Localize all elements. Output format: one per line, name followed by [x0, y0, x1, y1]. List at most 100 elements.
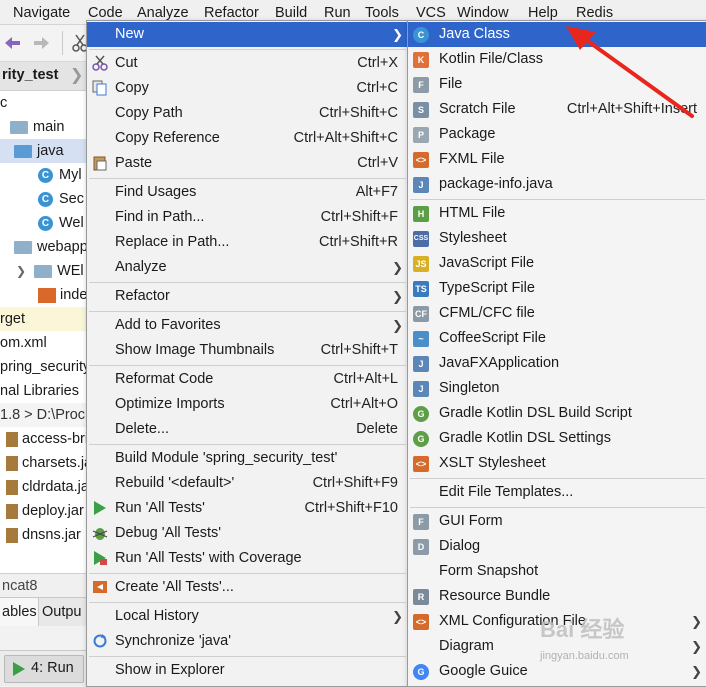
tree-item-label: 1.8 > D:\Proc — [0, 407, 86, 423]
new-item-fxml-file[interactable]: <> FXML File — [408, 147, 706, 172]
jar-icon — [6, 527, 18, 543]
menu-item-paste[interactable]: Paste Ctrl+V — [87, 151, 408, 176]
tree-item[interactable]: java — [0, 139, 90, 163]
menu-navigate[interactable]: Navigate — [13, 5, 70, 21]
tree-item[interactable]: dnsns.jar — [6, 523, 90, 547]
menu-item-add-to-favorites[interactable]: Add to Favorites ❯ — [87, 313, 408, 338]
chevron-right-icon[interactable]: ❯ — [16, 264, 26, 278]
new-item-gradle-kotlin-dsl-build-script[interactable]: G Gradle Kotlin DSL Build Script — [408, 401, 706, 426]
jsp-file-icon — [38, 287, 56, 303]
tree-item[interactable]: main — [10, 115, 90, 139]
new-item-gui-form[interactable]: F GUI Form — [408, 509, 706, 534]
menu-code[interactable]: Code — [88, 5, 123, 21]
new-item-package[interactable]: P Package — [408, 122, 706, 147]
menu-item-replace-in-path[interactable]: Replace in Path... Ctrl+Shift+R — [87, 230, 408, 255]
new-item-resource-bundle[interactable]: R Resource Bundle — [408, 584, 706, 609]
menu-item-analyze[interactable]: Analyze ❯ — [87, 255, 408, 280]
menu-item-new[interactable]: New ❯ — [87, 22, 408, 47]
menu-item-copy-reference[interactable]: Copy Reference Ctrl+Alt+Shift+C — [87, 126, 408, 151]
menu-item-copy[interactable]: Copy Ctrl+C — [87, 76, 408, 101]
tree-item-label: main — [33, 119, 65, 135]
menu-item-run-all-tests-with-coverage[interactable]: Run 'All Tests' with Coverage — [87, 546, 408, 571]
tab-output[interactable]: Outpu — [42, 598, 82, 626]
tree-item[interactable]: ❯ WEl — [16, 259, 90, 283]
tree-item[interactable]: cldrdata.jar — [6, 475, 90, 499]
shortcut-label: Ctrl+Alt+O — [330, 396, 398, 412]
tree-item[interactable]: inde — [38, 283, 90, 307]
menu-run[interactable]: Run — [324, 5, 351, 21]
tree-item[interactable]: deploy.jar — [6, 499, 90, 523]
toolbar-divider — [62, 31, 63, 55]
tree-item[interactable]: access-brid — [6, 427, 90, 451]
breadcrumb-project[interactable]: rity_test — [2, 67, 58, 83]
new-item-typescript-file[interactable]: TS TypeScript File — [408, 276, 706, 301]
tree-item[interactable]: charsets.jar — [6, 451, 90, 475]
new-item-gradle-kotlin-dsl-settings[interactable]: G Gradle Kotlin DSL Settings — [408, 426, 706, 451]
tree-item[interactable]: c — [0, 91, 90, 115]
menu-item-delete[interactable]: Delete... Delete — [87, 417, 408, 442]
menu-window[interactable]: Window — [457, 5, 509, 21]
menu-help[interactable]: Help — [528, 5, 558, 21]
new-item-form-snapshot[interactable]: Form Snapshot — [408, 559, 706, 584]
menu-tools[interactable]: Tools — [365, 5, 399, 21]
menu-item-local-history[interactable]: Local History ❯ — [87, 604, 408, 629]
tree-item-label: c — [0, 95, 8, 111]
new-item-html-file[interactable]: H HTML File — [408, 201, 706, 226]
menu-vcs[interactable]: VCS — [416, 5, 446, 21]
new-item-stylesheet[interactable]: CSS Stylesheet — [408, 226, 706, 251]
menu-item-rebuild-default[interactable]: Rebuild '<default>' Ctrl+Shift+F9 — [87, 471, 408, 496]
menu-item-build-module-spring-security-test[interactable]: Build Module 'spring_security_test' — [87, 446, 408, 471]
tree-item[interactable]: 1.8 > D:\Proc — [0, 403, 90, 427]
menu-item-find-in-path[interactable]: Find in Path... Ctrl+Shift+F — [87, 205, 408, 230]
menu-item-debug-all-tests[interactable]: Debug 'All Tests' — [87, 521, 408, 546]
menu-item-optimize-imports[interactable]: Optimize Imports Ctrl+Alt+O — [87, 392, 408, 417]
shortcut-label: Ctrl+Shift+C — [319, 105, 398, 121]
tree-item-label: dnsns.jar — [22, 527, 81, 543]
menu-analyze[interactable]: Analyze — [137, 5, 189, 21]
gui-form-icon: F — [413, 514, 429, 530]
menu-item-cut[interactable]: Cut Ctrl+X — [87, 51, 408, 76]
tree-item[interactable]: rget — [0, 307, 90, 331]
class-icon: C — [38, 191, 53, 207]
tree-item[interactable]: C Sec — [38, 187, 90, 211]
tab-variables[interactable]: ables — [0, 598, 39, 626]
tree-item[interactable]: C Myl — [38, 163, 90, 187]
tree-item[interactable]: webapp — [14, 235, 90, 259]
cfml-cfc-file-icon: CF — [413, 306, 429, 322]
menu-redis[interactable]: Redis — [576, 5, 613, 21]
tree-item[interactable]: pring_security — [0, 355, 90, 379]
menu-item-create-all-tests[interactable]: Create 'All Tests'... — [87, 575, 408, 600]
new-item-javafxapplication[interactable]: J JavaFXApplication — [408, 351, 706, 376]
new-item-javascript-file[interactable]: JS JavaScript File — [408, 251, 706, 276]
tree-item[interactable]: om.xml — [0, 331, 90, 355]
folder-icon — [34, 264, 53, 278]
menu-item-copy-path[interactable]: Copy Path Ctrl+Shift+C — [87, 101, 408, 126]
menu-item-show-in-explorer[interactable]: Show in Explorer — [87, 658, 408, 683]
tree-item[interactable]: C Wel — [38, 211, 90, 235]
menu-item-run-all-tests[interactable]: Run 'All Tests' Ctrl+Shift+F10 — [87, 496, 408, 521]
menu-item-reformat-code[interactable]: Reformat Code Ctrl+Alt+L — [87, 367, 408, 392]
menu-build[interactable]: Build — [275, 5, 307, 21]
run-icon — [92, 500, 108, 516]
run-tool-button[interactable]: 4: Run — [4, 655, 84, 683]
menu-item-show-image-thumbnails[interactable]: Show Image Thumbnails Ctrl+Shift+T — [87, 338, 408, 363]
new-item-xslt-stylesheet[interactable]: <> XSLT Stylesheet — [408, 451, 706, 476]
run-icon — [13, 662, 25, 676]
menu-item-label: Copy Reference — [115, 130, 220, 146]
redo-icon[interactable] — [32, 33, 52, 53]
undo-icon[interactable] — [2, 33, 22, 53]
menu-refactor[interactable]: Refactor — [204, 5, 259, 21]
new-item-coffeescript-file[interactable]: ~ CoffeeScript File — [408, 326, 706, 351]
new-item-dialog[interactable]: D Dialog — [408, 534, 706, 559]
menu-item-refactor[interactable]: Refactor ❯ — [87, 284, 408, 309]
menu-item-label: Create 'All Tests'... — [115, 579, 234, 595]
menu-item-find-usages[interactable]: Find Usages Alt+F7 — [87, 180, 408, 205]
new-item-google-guice[interactable]: G Google Guice ❯ — [408, 659, 706, 684]
menu-item-synchronize-java[interactable]: Synchronize 'java' — [87, 629, 408, 654]
menu-item-label: Google Guice — [439, 663, 528, 679]
new-item-package-info-java[interactable]: Jpackage-info.java — [408, 172, 706, 197]
new-item-singleton[interactable]: J Singleton — [408, 376, 706, 401]
new-item-cfml-cfc-file[interactable]: CF CFML/CFC file — [408, 301, 706, 326]
tree-item[interactable]: nal Libraries — [0, 379, 90, 403]
new-item-edit-file-templates[interactable]: Edit File Templates... — [408, 480, 706, 505]
